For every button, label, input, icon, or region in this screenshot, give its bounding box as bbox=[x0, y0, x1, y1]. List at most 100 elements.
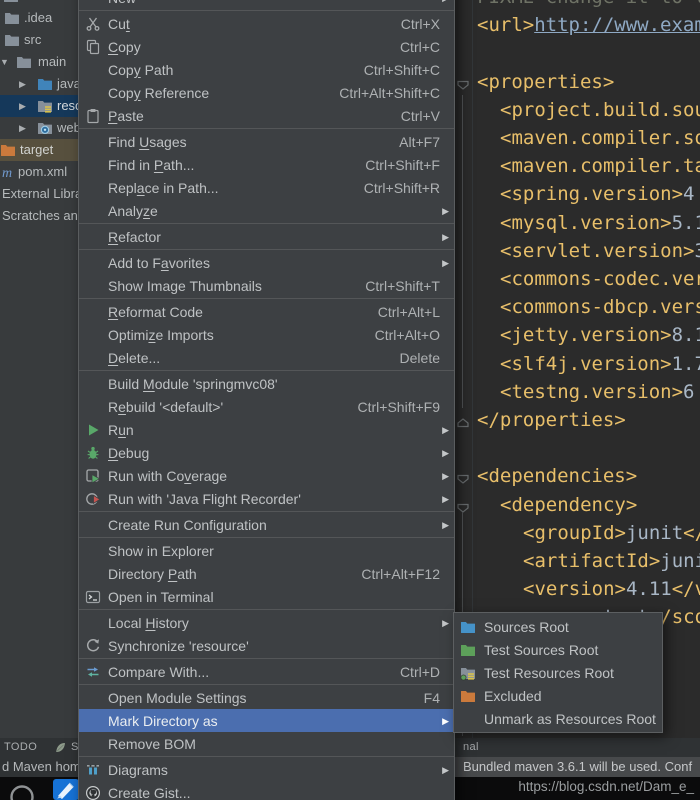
folder-orange-icon bbox=[460, 688, 476, 704]
code-segment: <artifactId> bbox=[523, 550, 660, 572]
code-line: <commons-dbcp.version> bbox=[500, 293, 700, 321]
chevron-collapsed-icon[interactable]: ▶ bbox=[19, 123, 26, 133]
menu-item-delete[interactable]: Delete...Delete bbox=[79, 346, 454, 369]
icon-placeholder bbox=[85, 615, 101, 631]
code-line: <maven.compiler.source> bbox=[500, 124, 700, 152]
menu-item-reformat-code[interactable]: Reformat CodeCtrl+Alt+L bbox=[79, 300, 454, 323]
menu-item-label: Reformat Code bbox=[108, 304, 203, 320]
menu-item-label: Create Run Configuration bbox=[108, 517, 267, 533]
submenu-item-test-resources-root[interactable]: Test Resources Root bbox=[454, 661, 662, 684]
menu-item-find-in-path[interactable]: Find in Path...Ctrl+Shift+F bbox=[79, 153, 454, 176]
folder-web-icon bbox=[37, 120, 53, 136]
menu-item-shortcut: Ctrl+Shift+F9 bbox=[358, 399, 448, 415]
code-segment: <dependency> bbox=[500, 494, 637, 516]
chevron-collapsed-icon[interactable]: ▶ bbox=[19, 101, 26, 111]
circle-icon[interactable] bbox=[9, 783, 35, 800]
chevron-collapsed-icon[interactable]: ▶ bbox=[19, 79, 26, 89]
menu-item-replace-in-path[interactable]: Replace in Path...Ctrl+Shift+R bbox=[79, 176, 454, 199]
submenu-item-label: Test Sources Root bbox=[484, 642, 598, 658]
taskbar-app-icon[interactable] bbox=[53, 779, 79, 800]
submenu-arrow-icon: ▶ bbox=[442, 494, 449, 504]
fold-marker-icon[interactable] bbox=[457, 500, 469, 518]
menu-item-open-module-settings[interactable]: Open Module SettingsF4 bbox=[79, 686, 454, 709]
menu-item-refactor[interactable]: Refactor▶ bbox=[79, 225, 454, 248]
code-line: <servlet.version>3 bbox=[500, 237, 700, 265]
submenu-item-label: Test Resources Root bbox=[484, 665, 614, 681]
menu-item-mark-directory-as[interactable]: Mark Directory as▶ bbox=[79, 709, 454, 732]
icon-placeholder bbox=[85, 203, 101, 219]
terminal-icon bbox=[85, 589, 101, 605]
chevron-expanded-icon[interactable]: ▼ bbox=[0, 57, 9, 67]
menu-item-copy[interactable]: CopyCtrl+C bbox=[79, 35, 454, 58]
fold-marker-icon[interactable] bbox=[457, 77, 469, 95]
menu-item-label: New bbox=[108, 0, 136, 6]
icon-placeholder bbox=[85, 180, 101, 196]
menu-item-paste[interactable]: PasteCtrl+V bbox=[79, 104, 454, 127]
menu-item-analyze[interactable]: Analyze▶ bbox=[79, 199, 454, 222]
icon-placeholder bbox=[85, 736, 101, 752]
menu-item-copy-reference[interactable]: Copy ReferenceCtrl+Alt+Shift+C bbox=[79, 81, 454, 104]
submenu-item-excluded[interactable]: Excluded bbox=[454, 684, 662, 707]
menu-item-copy-path[interactable]: Copy PathCtrl+Shift+C bbox=[79, 58, 454, 81]
folder-gray-icon bbox=[4, 10, 20, 26]
menu-separator bbox=[79, 249, 454, 250]
submenu-item-unmark-as-resources-root[interactable]: Unmark as Resources Root bbox=[454, 707, 662, 730]
menu-item-shortcut: Ctrl+Shift+F bbox=[365, 157, 448, 173]
code-line: <dependency> bbox=[500, 491, 637, 519]
menu-item-run-with-coverage[interactable]: Run with Coverage▶ bbox=[79, 464, 454, 487]
menu-item-rebuild-default[interactable]: Rebuild '<default>'Ctrl+Shift+F9 bbox=[79, 395, 454, 418]
code-line: <properties> bbox=[477, 68, 614, 96]
fold-marker-icon[interactable] bbox=[457, 471, 469, 489]
svg-text:m: m bbox=[2, 166, 12, 180]
todo-toolwindow-button[interactable]: TODO bbox=[4, 738, 37, 757]
menu-item-label: Directory Path bbox=[108, 566, 197, 582]
menu-item-show-image-thumbnails[interactable]: Show Image ThumbnailsCtrl+Shift+T bbox=[79, 274, 454, 297]
menu-item-label: Copy bbox=[108, 39, 141, 55]
tree-item-label: main bbox=[38, 51, 66, 73]
menu-item-local-history[interactable]: Local History▶ bbox=[79, 611, 454, 634]
terminal-toolwindow-button[interactable]: nal bbox=[463, 738, 479, 757]
menu-item-add-to-favorites[interactable]: Add to Favorites▶ bbox=[79, 251, 454, 274]
menu-item-label: Run with 'Java Flight Recorder' bbox=[108, 491, 301, 507]
maven-notification: Bundled maven 3.6.1 will be used. Conf bbox=[455, 757, 700, 777]
menu-item-directory-path[interactable]: Directory PathCtrl+Alt+F12 bbox=[79, 562, 454, 585]
debug-icon bbox=[85, 445, 101, 461]
code-segment: </version> bbox=[672, 578, 700, 600]
menu-item-label: Open in Terminal bbox=[108, 589, 214, 605]
menu-separator bbox=[79, 756, 454, 757]
menu-item-create-gist[interactable]: Create Gist... bbox=[79, 781, 454, 800]
compare-icon bbox=[85, 664, 101, 680]
menu-item-label: Synchronize 'resource' bbox=[108, 638, 249, 654]
menu-separator bbox=[79, 223, 454, 224]
submenu-arrow-icon: ▶ bbox=[442, 618, 449, 628]
menu-item-debug[interactable]: Debug▶ bbox=[79, 441, 454, 464]
menu-item-label: Build Module 'springmvc08' bbox=[108, 376, 278, 392]
menu-item-create-run-configuration[interactable]: Create Run Configuration▶ bbox=[79, 513, 454, 536]
submenu-item-test-sources-root[interactable]: Test Sources Root bbox=[454, 638, 662, 661]
menu-item-optimize-imports[interactable]: Optimize ImportsCtrl+Alt+O bbox=[79, 323, 454, 346]
menu-item-label: Open Module Settings bbox=[108, 690, 247, 706]
menu-item-remove-bom[interactable]: Remove BOM bbox=[79, 732, 454, 755]
menu-item-find-usages[interactable]: Find UsagesAlt+F7 bbox=[79, 130, 454, 153]
fold-marker-icon[interactable] bbox=[457, 415, 469, 433]
menu-item-compare-with[interactable]: Compare With...Ctrl+D bbox=[79, 660, 454, 683]
menu-item-show-in-explorer[interactable]: Show in Explorer bbox=[79, 539, 454, 562]
menu-item-new[interactable]: New▶ bbox=[79, 0, 454, 9]
folder-gray-icon bbox=[3, 0, 19, 4]
menu-item-run-with-java-flight-recorder[interactable]: Run with 'Java Flight Recorder' ▶ bbox=[79, 487, 454, 510]
folder-gray-icon bbox=[16, 54, 32, 70]
jfr-icon bbox=[85, 491, 101, 507]
menu-item-run[interactable]: Run▶ bbox=[79, 418, 454, 441]
menu-item-cut[interactable]: CutCtrl+X bbox=[79, 12, 454, 35]
menu-item-open-in-terminal[interactable]: Open in Terminal bbox=[79, 585, 454, 608]
code-segment: <spring.version> bbox=[500, 183, 683, 205]
menu-item-build-module-springmvc08[interactable]: Build Module 'springmvc08' bbox=[79, 372, 454, 395]
submenu-item-sources-root[interactable]: Sources Root bbox=[454, 615, 662, 638]
menu-item-shortcut: Ctrl+D bbox=[400, 664, 448, 680]
menu-item-label: Debug bbox=[108, 445, 149, 461]
menu-item-diagrams[interactable]: Diagrams▶ bbox=[79, 758, 454, 781]
menu-item-synchronize-resource[interactable]: Synchronize 'resource' bbox=[79, 634, 454, 657]
menu-item-shortcut: Ctrl+Alt+Shift+C bbox=[339, 85, 448, 101]
maven-icon: m bbox=[1, 164, 17, 180]
code-segment: <dependencies> bbox=[477, 465, 637, 487]
